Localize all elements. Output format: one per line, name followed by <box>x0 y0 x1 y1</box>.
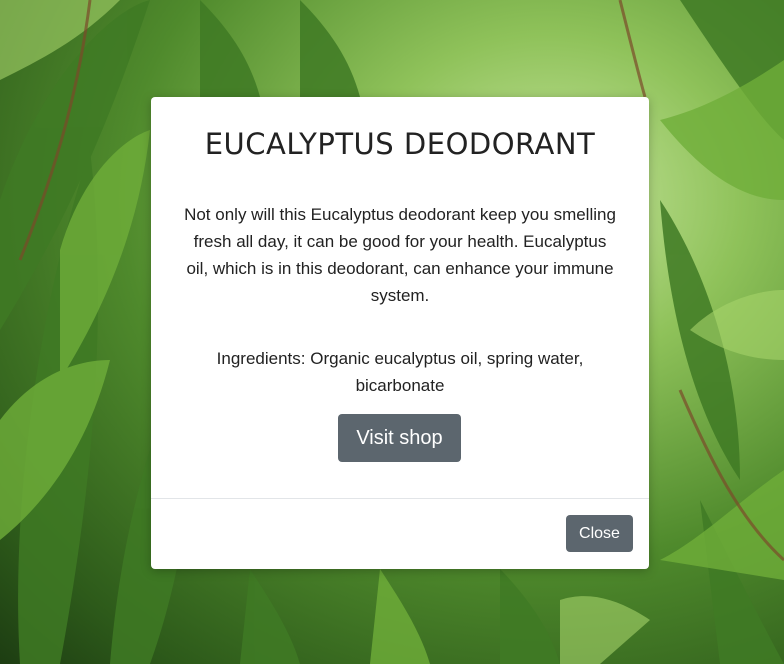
close-button[interactable]: Close <box>566 515 633 552</box>
modal-body: EUCALYPTUS DEODORANT Not only will this … <box>151 97 649 498</box>
modal-footer-divider <box>151 498 649 499</box>
product-modal: EUCALYPTUS DEODORANT Not only will this … <box>151 97 649 569</box>
product-ingredients: Ingredients: Organic eucalyptus oil, spr… <box>216 349 584 395</box>
visit-shop-button[interactable]: Visit shop <box>338 414 461 462</box>
modal-title: EUCALYPTUS DEODORANT <box>204 127 596 161</box>
product-description: Not only will this Eucalyptus deodorant … <box>184 205 616 305</box>
